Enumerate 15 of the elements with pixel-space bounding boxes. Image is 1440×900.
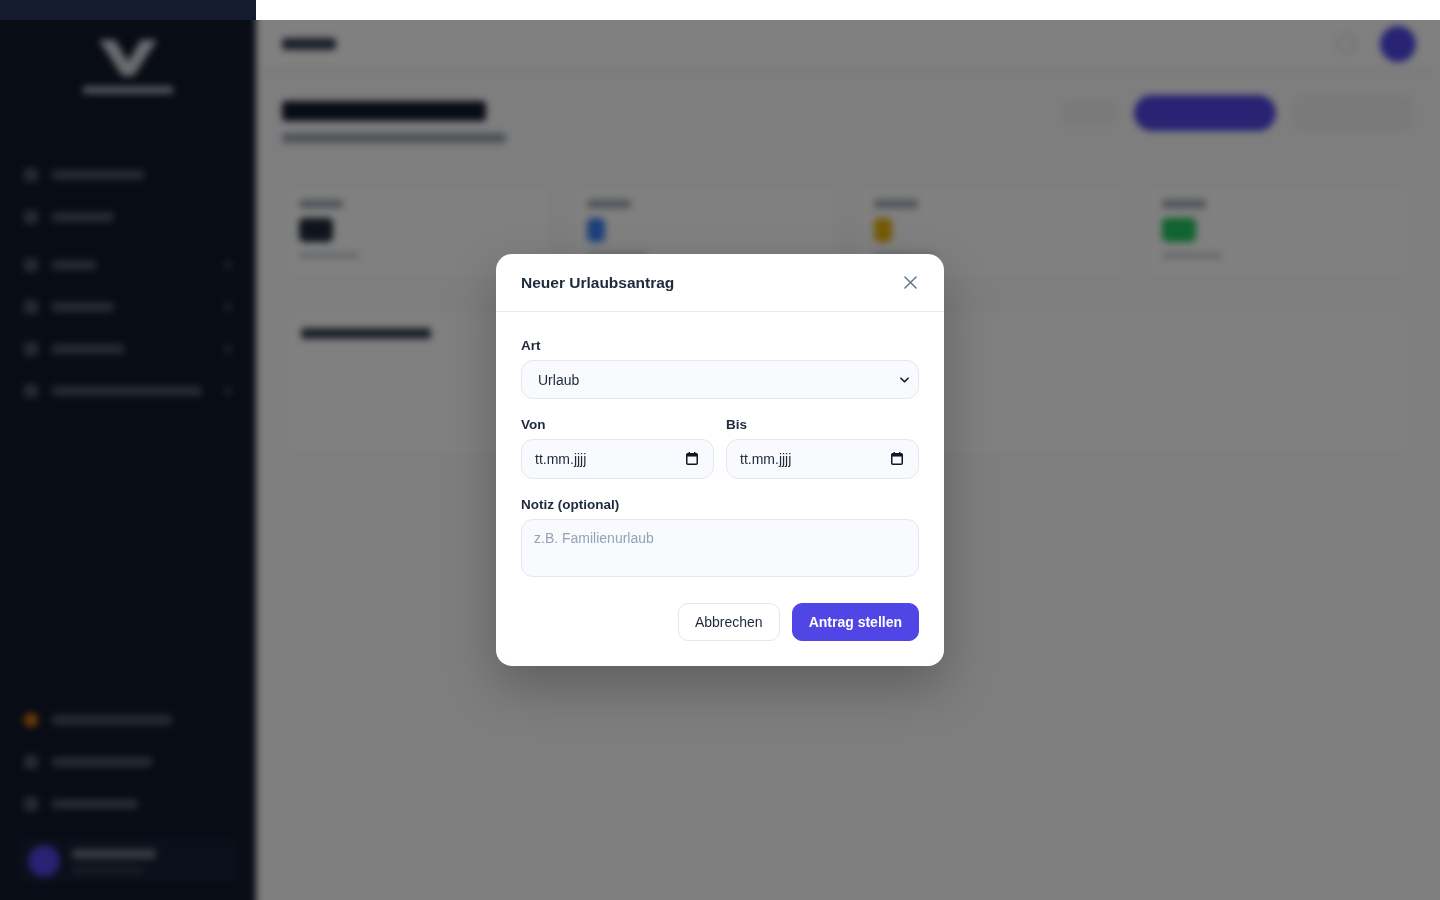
note-field[interactable]: z.B. Familienurlaub: [521, 519, 919, 577]
calendar-icon[interactable]: [891, 452, 903, 465]
date-field[interactable]: tt.mm.jjjj: [521, 439, 714, 479]
chevron-down-icon: [900, 376, 909, 383]
field-label: Bis: [726, 417, 748, 433]
dialog-title: Neuer Urlaubsantrag: [521, 273, 675, 292]
date-field[interactable]: tt.mm.jjjj: [726, 439, 919, 479]
cancel-button[interactable]: Abbrechen: [677, 603, 780, 641]
field-label: Notiz (optional): [521, 497, 621, 513]
submit-button[interactable]: Antrag stellen: [791, 603, 919, 641]
field-label: Art: [521, 338, 542, 354]
calendar-icon[interactable]: [686, 452, 698, 465]
close-icon[interactable]: [904, 276, 917, 289]
type-select[interactable]: Urlaub: [521, 360, 919, 399]
field-label: Von: [521, 417, 547, 433]
